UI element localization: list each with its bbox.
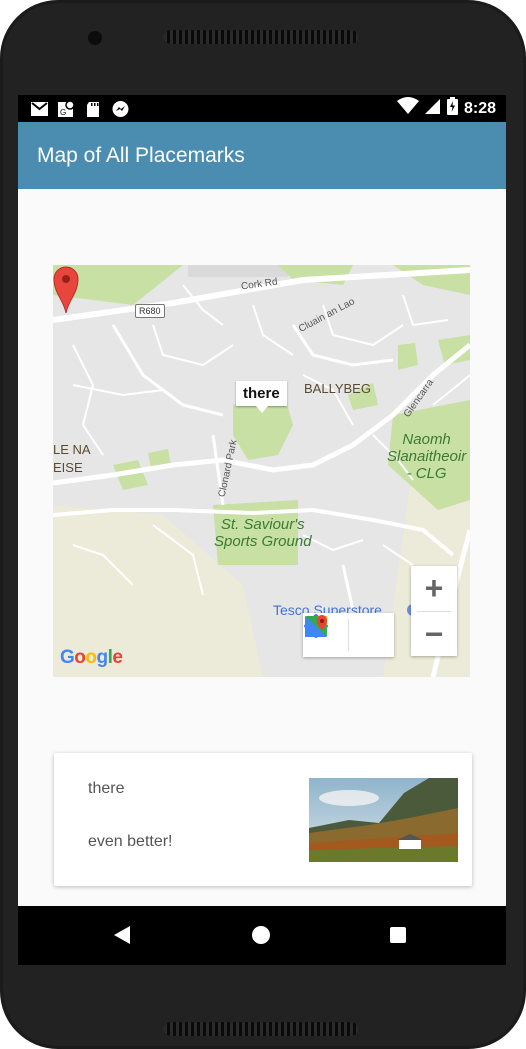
road-shield-r680: R680	[135, 304, 165, 318]
zoom-controls: + −	[411, 566, 457, 656]
svg-text:G: G	[60, 108, 66, 117]
page-title: Map of All Placemarks	[37, 144, 245, 167]
messenger-icon	[111, 100, 130, 118]
open-in-maps-button[interactable]	[305, 613, 394, 657]
top-speaker	[164, 30, 358, 44]
status-time: 8:28	[463, 99, 496, 117]
park-label-st-saviours: St. Saviour's Sports Ground	[214, 516, 312, 550]
gmail-icon	[30, 100, 49, 118]
back-icon[interactable]	[113, 925, 131, 945]
status-bar: G 8:28	[18, 95, 506, 122]
recents-icon[interactable]	[390, 927, 406, 943]
phone-frame: G 8:28 Map of All Placemarks R680 Cork R…	[0, 0, 526, 1049]
bottom-speaker	[164, 1022, 358, 1036]
zoom-in-button[interactable]: +	[411, 566, 457, 611]
screen: G 8:28 Map of All Placemarks R680 Cork R…	[18, 95, 506, 965]
area-label-ballybeg: BALLYBEG	[304, 381, 371, 396]
maps-notification-icon: G	[57, 99, 76, 118]
sd-card-icon	[84, 100, 103, 118]
home-icon[interactable]	[252, 926, 270, 944]
marker-info-window[interactable]: there	[236, 381, 287, 413]
map-marker-pin-icon[interactable]	[53, 265, 79, 315]
front-camera	[88, 31, 102, 45]
placemark-description: even better!	[88, 833, 173, 850]
system-nav-bar	[18, 906, 506, 965]
app-bar: Map of All Placemarks	[18, 122, 506, 189]
google-maps-icon	[305, 615, 327, 637]
placemark-card[interactable]: there even better!	[54, 753, 472, 886]
zoom-out-button[interactable]: −	[411, 612, 457, 657]
wifi-icon	[396, 97, 419, 120]
map-toolbar	[303, 613, 394, 657]
signal-icon	[424, 97, 441, 120]
placemark-title: there	[88, 780, 125, 797]
map-view[interactable]: R680 Cork Rd Cluain an Lao Clonard Park …	[53, 265, 470, 677]
placemark-image	[309, 778, 458, 862]
park-label-naomh: Naomh Slanaitheoir - CLG	[387, 431, 467, 482]
battery-charging-icon	[446, 97, 458, 120]
area-label-le-na: LE NA	[53, 442, 91, 457]
area-label-eise: EISE	[53, 460, 83, 475]
google-logo: Google	[60, 647, 123, 668]
